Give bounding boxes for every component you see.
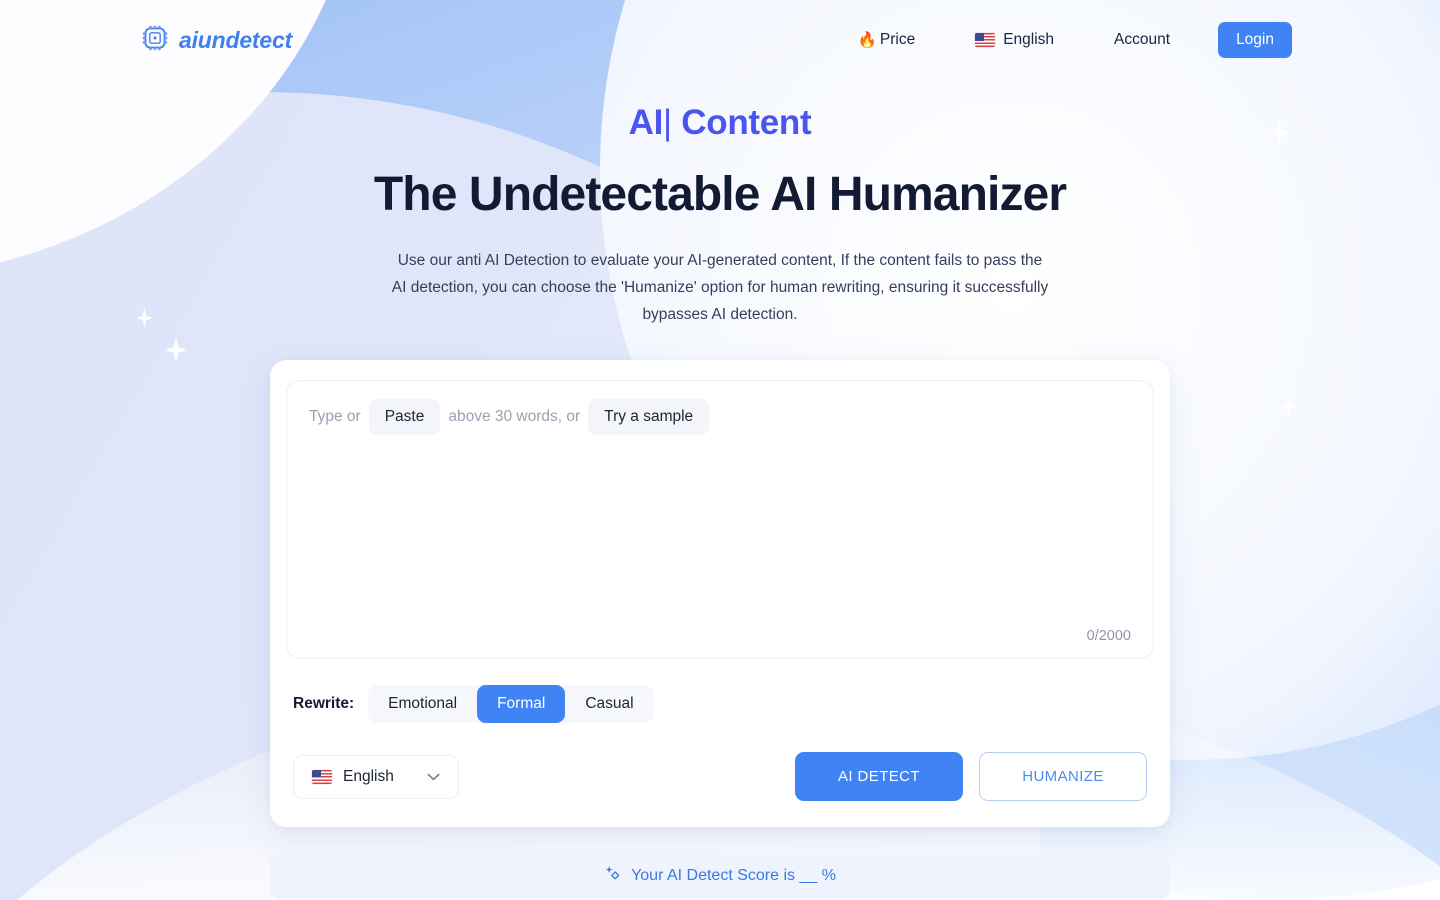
tone-option-group: Emotional Formal Casual — [368, 685, 654, 724]
hero-subtitle: Use our anti AI Detection to evaluate yo… — [391, 252, 1049, 324]
page-title: The Undetectable AI Humanizer — [373, 167, 1067, 221]
ai-detect-button[interactable]: AI DETECT — [795, 752, 963, 802]
main-navigation: 🔥 Price English Account Login — [828, 22, 1292, 58]
text-editor-area[interactable]: Type or Paste above 30 words, or Try a s… — [286, 380, 1154, 660]
rewrite-label: Rewrite: — [293, 695, 355, 713]
tone-option-emotional[interactable]: Emotional — [368, 685, 477, 723]
humanizer-card: Type or Paste above 30 words, or Try a s… — [270, 360, 1170, 828]
hero-eyebrow: AI| Content — [0, 103, 1440, 143]
primary-action-buttons: AI DETECT HUMANIZE — [795, 752, 1147, 802]
character-counter: 0/2000 — [1086, 628, 1131, 645]
rewrite-tone-row: Rewrite: Emotional Formal Casual — [293, 685, 1154, 724]
try-a-sample-button[interactable]: Try a sample — [588, 399, 710, 436]
tone-option-formal[interactable]: Formal — [477, 685, 566, 724]
hero-section: AI| Content The Undetectable AI Humanize… — [0, 80, 1440, 328]
chip-icon — [140, 23, 170, 58]
chevron-down-icon — [427, 771, 440, 783]
editor-placeholder-row: Type or Paste above 30 words, or Try a s… — [301, 399, 1139, 436]
nav-label-account: Account — [1114, 31, 1171, 48]
tone-option-casual[interactable]: Casual — [565, 685, 653, 723]
hero-eyebrow-prefix: AI — [628, 103, 664, 142]
card-actions-row: English AI DETECT HUMANIZE — [293, 752, 1147, 802]
nav-item-account[interactable]: Account — [1084, 31, 1200, 49]
site-header: aiundetect 🔥 Price English Account Login — [0, 0, 1440, 80]
brand-logo[interactable]: aiundetect — [140, 23, 292, 58]
fire-icon: 🔥 — [857, 31, 877, 49]
paste-button[interactable]: Paste — [368, 399, 441, 436]
editor-middle-text: above 30 words, or — [448, 408, 581, 426]
typing-caret: | — [663, 103, 672, 142]
nav-item-language[interactable]: English — [945, 31, 1084, 49]
us-flag-icon — [975, 33, 996, 47]
nav-label-language: English — [1003, 31, 1055, 48]
language-select-value: English — [343, 767, 394, 785]
language-select[interactable]: English — [293, 754, 459, 799]
humanize-button[interactable]: HUMANIZE — [979, 752, 1147, 802]
nav-item-price[interactable]: 🔥 Price — [828, 31, 946, 50]
login-button[interactable]: Login — [1218, 22, 1292, 58]
ai-detect-score-banner: Your AI Detect Score is __ % — [270, 853, 1170, 900]
editor-prefix-text: Type or — [309, 408, 361, 426]
score-text: Your AI Detect Score is __ % — [631, 867, 836, 885]
sparkle-icon — [604, 865, 622, 888]
hero-eyebrow-suffix: Content — [671, 103, 812, 142]
nav-label-price: Price — [879, 31, 916, 48]
brand-name: aiundetect — [179, 26, 293, 53]
us-flag-icon — [312, 769, 332, 784]
